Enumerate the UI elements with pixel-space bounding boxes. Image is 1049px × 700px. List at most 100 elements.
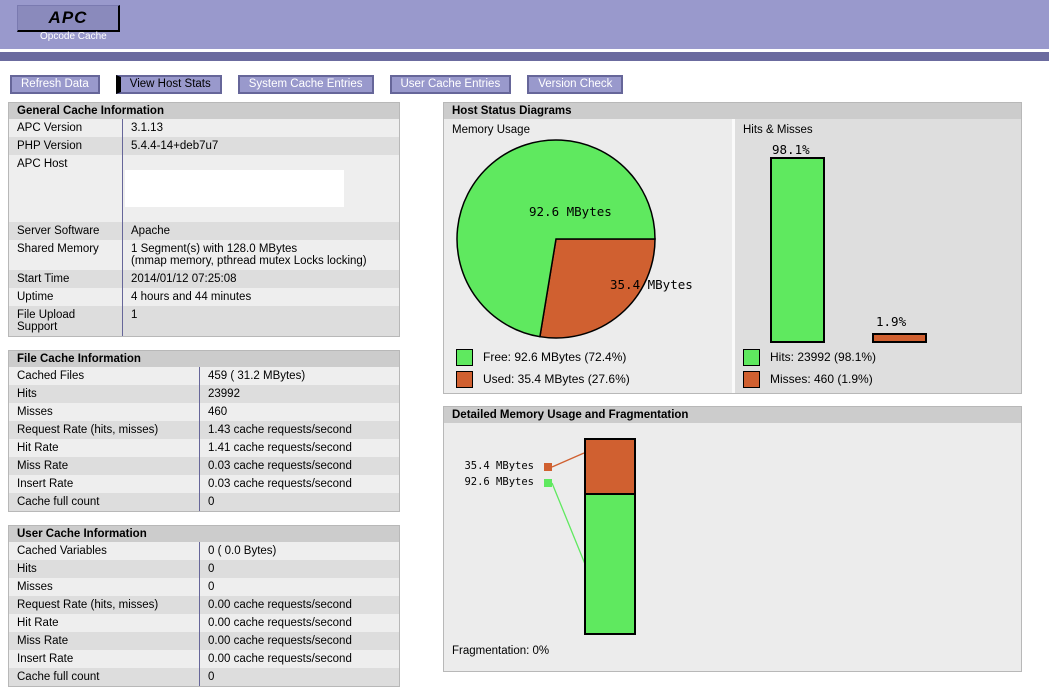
table-row: APC Host (9, 155, 399, 222)
memory-usage-label: Memory Usage (452, 124, 530, 136)
apc-logo-text: APC (48, 8, 88, 27)
row-value (122, 155, 399, 222)
detail-used-swatch (544, 463, 552, 471)
legend-misses-text: Misses: 460 (1.9%) (770, 372, 873, 386)
nav-refresh-data[interactable]: Refresh Data (10, 75, 100, 94)
table-row: Insert Rate 0.03 cache requests/second (9, 475, 399, 493)
row-value: 460 (199, 403, 399, 421)
detail-free-label: 92.6 MBytes (464, 476, 534, 488)
host-status-panel: Host Status Diagrams Memory Usage 92.6 M… (443, 102, 1022, 394)
header-band: APC Opcode Cache (0, 0, 1049, 49)
general-cache-panel: General Cache Information APC Version 3.… (8, 102, 400, 337)
pie-used-value-label: 35.4 MBytes (610, 277, 693, 292)
row-value: 0.03 cache requests/second (199, 475, 399, 493)
legend-row-misses: Misses: 460 (1.9%) (743, 370, 876, 388)
row-value: 0 ( 0.0 Bytes) (199, 542, 399, 560)
row-label: Miss Rate (9, 632, 200, 650)
nav-version-check[interactable]: Version Check (527, 75, 624, 94)
table-row: Hits 23992 (9, 385, 399, 403)
free-segment (586, 495, 634, 633)
row-label: Hit Rate (9, 614, 200, 632)
table-row: Insert Rate 0.00 cache requests/second (9, 650, 399, 668)
row-value: 1 (122, 306, 399, 336)
row-value: 0.00 cache requests/second (199, 596, 399, 614)
misses-bar (872, 333, 927, 343)
row-label: Cache full count (9, 493, 200, 511)
file-cache-title: File Cache Information (9, 351, 399, 367)
main-menu: Refresh Data View Host Stats System Cach… (10, 75, 624, 94)
host-status-body: Memory Usage 92.6 MBytes 35.4 MBytes Fre… (444, 119, 1021, 393)
table-row: APC Version 3.1.13 (9, 119, 399, 137)
row-value: 0 (199, 560, 399, 578)
user-cache-panel: User Cache Information Cached Variables … (8, 525, 400, 687)
row-label: Cached Variables (9, 542, 200, 560)
apc-logo: APC (17, 5, 120, 32)
table-row: Misses 0 (9, 578, 399, 596)
memory-usage-cell: Memory Usage 92.6 MBytes 35.4 MBytes Fre… (444, 119, 732, 393)
detailed-memory-title: Detailed Memory Usage and Fragmentation (444, 407, 1021, 423)
general-cache-title: General Cache Information (9, 103, 399, 119)
redacted-host-box (125, 170, 344, 207)
user-cache-table: Cached Variables 0 ( 0.0 Bytes) Hits 0 M… (9, 542, 399, 686)
general-cache-table: APC Version 3.1.13 PHP Version 5.4.4-14+… (9, 119, 399, 336)
table-row: Cache full count 0 (9, 493, 399, 511)
legend-free-text: Free: 92.6 MBytes (72.4%) (483, 350, 627, 364)
row-label: Hit Rate (9, 439, 200, 457)
row-value: 0.03 cache requests/second (199, 457, 399, 475)
legend-row-used: Used: 35.4 MBytes (27.6%) (456, 370, 630, 388)
used-segment (586, 440, 634, 495)
row-label: Request Rate (hits, misses) (9, 421, 200, 439)
info-column: General Cache Information APC Version 3.… (8, 102, 400, 700)
row-value: 1.41 cache requests/second (199, 439, 399, 457)
row-value: 0 (199, 668, 399, 686)
hits-misses-legend: Hits: 23992 (98.1%) Misses: 460 (1.9%) (743, 348, 876, 388)
row-label: Hits (9, 385, 200, 403)
legend-used-text: Used: 35.4 MBytes (27.6%) (483, 372, 630, 386)
row-value: 0.00 cache requests/second (199, 650, 399, 668)
row-label: APC Host (9, 155, 123, 222)
file-cache-table: Cached Files 459 ( 31.2 MBytes) Hits 239… (9, 367, 399, 511)
table-row: Miss Rate 0.00 cache requests/second (9, 632, 399, 650)
table-row: Shared Memory 1 Segment(s) with 128.0 MB… (9, 240, 399, 270)
memory-usage-pie-chart (456, 139, 656, 339)
row-label: Insert Rate (9, 475, 200, 493)
table-row: Hit Rate 0.00 cache requests/second (9, 614, 399, 632)
row-label: PHP Version (9, 137, 123, 155)
row-value: 0 (199, 493, 399, 511)
nav-system-cache-entries[interactable]: System Cache Entries (237, 75, 374, 94)
row-label: Start Time (9, 270, 123, 288)
table-row: File Upload Support 1 (9, 306, 399, 336)
table-row: Cached Files 459 ( 31.2 MBytes) (9, 367, 399, 385)
row-value: 0.00 cache requests/second (199, 632, 399, 650)
row-label: Misses (9, 578, 200, 596)
logo-subtitle: Opcode Cache (40, 31, 107, 42)
detail-free-swatch (544, 479, 552, 487)
table-row: Cache full count 0 (9, 668, 399, 686)
memory-stacked-bar (584, 438, 636, 635)
free-callout-line (551, 482, 586, 565)
hits-misses-label: Hits & Misses (743, 124, 813, 136)
table-row: Start Time 2014/01/12 07:25:08 (9, 270, 399, 288)
row-value: 0.00 cache requests/second (199, 614, 399, 632)
table-row: Uptime 4 hours and 44 minutes (9, 288, 399, 306)
row-label: Insert Rate (9, 650, 200, 668)
row-label: Miss Rate (9, 457, 200, 475)
row-value: 4 hours and 44 minutes (122, 288, 399, 306)
table-row: Miss Rate 0.03 cache requests/second (9, 457, 399, 475)
used-color-swatch (456, 370, 473, 388)
detail-used-label: 35.4 MBytes (464, 460, 534, 472)
header-divider-band (0, 52, 1049, 61)
table-row: Request Rate (hits, misses) 1.43 cache r… (9, 421, 399, 439)
table-row: Misses 460 (9, 403, 399, 421)
hits-bar (770, 157, 825, 343)
detailed-memory-body: 35.4 MBytes 92.6 MBytes Fragmentation: 0… (444, 423, 1021, 671)
row-value: 5.4.4-14+deb7u7 (122, 137, 399, 155)
nav-user-cache-entries[interactable]: User Cache Entries (389, 75, 512, 94)
nav-view-host-stats[interactable]: View Host Stats (115, 75, 222, 94)
table-row: Request Rate (hits, misses) 0.00 cache r… (9, 596, 399, 614)
host-status-title: Host Status Diagrams (444, 103, 1021, 119)
row-value: 1 Segment(s) with 128.0 MBytes (mmap mem… (122, 240, 399, 270)
legend-row-hits: Hits: 23992 (98.1%) (743, 348, 876, 366)
table-row: Hits 0 (9, 560, 399, 578)
table-row: PHP Version 5.4.4-14+deb7u7 (9, 137, 399, 155)
